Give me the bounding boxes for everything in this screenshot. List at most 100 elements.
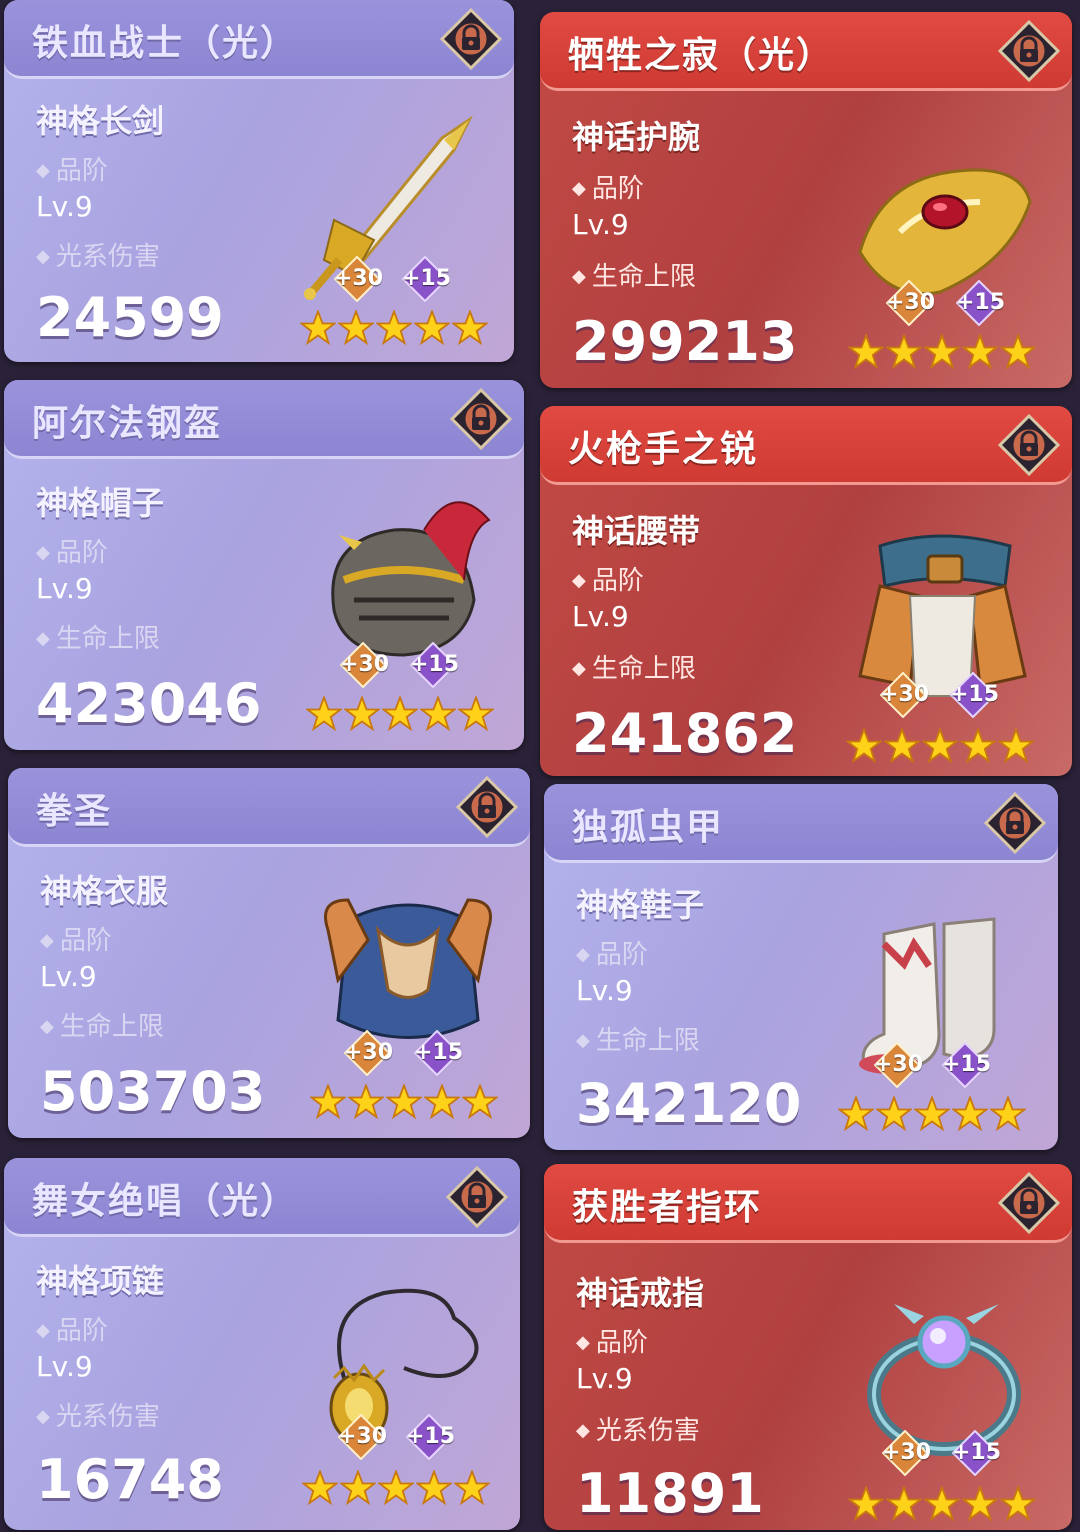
set-title: 铁血战士（光） bbox=[32, 23, 299, 64]
grade-label: 品阶 bbox=[55, 538, 108, 568]
stat-value: 342120 bbox=[576, 1072, 802, 1135]
set-title: 拳圣 bbox=[36, 791, 113, 832]
enhance-badge: +30 bbox=[334, 256, 383, 302]
equipment-card[interactable]: 拳圣 神格衣服 ◆ 品阶 Lv.9 ◆ 生命上限 503703 +30 +15 bbox=[8, 768, 530, 1138]
stat-row: ◆ 生命上限 bbox=[576, 1020, 700, 1057]
stat-row: ◆ 光系伤害 bbox=[36, 1396, 160, 1433]
star-icon bbox=[848, 1486, 884, 1522]
stat-value: 241862 bbox=[572, 702, 798, 765]
star-rating bbox=[838, 1096, 1026, 1134]
star-icon bbox=[414, 310, 450, 346]
level-text: Lv.9 bbox=[576, 974, 633, 1007]
diamond-icon: ◆ bbox=[40, 930, 54, 951]
equipment-card[interactable]: 获胜者指环 神话戒指 ◆ 品阶 Lv.9 ◆ 光系伤害 11891 +30 +15 bbox=[544, 1164, 1072, 1530]
enhance-badge: +30 bbox=[882, 1430, 931, 1476]
star-icon bbox=[302, 1470, 338, 1506]
star-icon bbox=[454, 1470, 490, 1506]
level-text: Lv.9 bbox=[572, 600, 629, 633]
star-icon bbox=[452, 310, 488, 346]
stat-row: ◆ 光系伤害 bbox=[36, 236, 160, 273]
grade-row: ◆ 品阶 bbox=[576, 1322, 648, 1359]
stat-label: 生命上限 bbox=[591, 262, 696, 292]
lock-icon[interactable] bbox=[998, 1172, 1060, 1234]
star-icon bbox=[300, 310, 336, 346]
grade-label: 品阶 bbox=[55, 156, 108, 186]
star-icon bbox=[348, 1084, 384, 1120]
lock-icon[interactable] bbox=[998, 414, 1060, 476]
diamond-icon: ◆ bbox=[572, 266, 586, 287]
lock-icon[interactable] bbox=[456, 776, 518, 838]
star-icon bbox=[924, 1486, 960, 1522]
diamond-icon: ◆ bbox=[572, 178, 586, 199]
level-text: Lv.9 bbox=[36, 1350, 93, 1383]
stat-value: 299213 bbox=[572, 310, 798, 373]
level-text: Lv.9 bbox=[572, 208, 629, 241]
star-rating bbox=[310, 1084, 498, 1122]
star-rating bbox=[846, 728, 1034, 766]
equipment-card[interactable]: 阿尔法钢盔 神格帽子 ◆ 品阶 Lv.9 ◆ 生命上限 423046 +30 +15 bbox=[4, 380, 524, 750]
star-icon bbox=[306, 696, 342, 732]
grade-row: ◆ 品阶 bbox=[572, 560, 644, 597]
equipment-card[interactable]: 牺牲之寂（光） 神话护腕 ◆ 品阶 Lv.9 ◆ 生命上限 299213 +30 +… bbox=[540, 12, 1072, 388]
star-icon bbox=[344, 696, 380, 732]
diamond-icon: ◆ bbox=[36, 628, 50, 649]
star-icon bbox=[420, 696, 456, 732]
stat-value: 24599 bbox=[36, 286, 224, 349]
star-icon bbox=[416, 1470, 452, 1506]
star-icon bbox=[382, 696, 418, 732]
grade-label: 品阶 bbox=[595, 940, 648, 970]
star-icon bbox=[1000, 1486, 1036, 1522]
item-name: 神格鞋子 bbox=[576, 886, 705, 924]
refine-badge: +15 bbox=[956, 280, 1005, 326]
grade-row: ◆ 品阶 bbox=[576, 934, 648, 971]
stat-value: 423046 bbox=[36, 672, 262, 735]
item-name: 神话腰带 bbox=[572, 512, 701, 550]
star-icon bbox=[378, 1470, 414, 1506]
lock-icon[interactable] bbox=[446, 1166, 508, 1228]
star-icon bbox=[924, 334, 960, 370]
lock-icon[interactable] bbox=[984, 792, 1046, 854]
stat-label: 生命上限 bbox=[595, 1026, 700, 1056]
stat-label: 光系伤害 bbox=[55, 1402, 160, 1432]
set-title: 舞女绝唱（光） bbox=[32, 1181, 299, 1222]
diamond-icon: ◆ bbox=[36, 1406, 50, 1427]
star-icon bbox=[952, 1096, 988, 1132]
refine-badge: +15 bbox=[402, 256, 451, 302]
stat-row: ◆ 生命上限 bbox=[572, 648, 696, 685]
star-rating bbox=[848, 1486, 1036, 1524]
equipment-card[interactable]: 火枪手之锐 神话腰带 ◆ 品阶 Lv.9 ◆ 生命上限 241862 +30 +15 bbox=[540, 406, 1072, 776]
level-text: Lv.9 bbox=[36, 572, 93, 605]
set-title: 获胜者指环 bbox=[572, 1187, 763, 1228]
refine-badge: +15 bbox=[950, 672, 999, 718]
lock-icon[interactable] bbox=[440, 8, 502, 70]
equipment-card[interactable]: 舞女绝唱（光） 神格项链 ◆ 品阶 Lv.9 ◆ 光系伤害 16748 +30 +1… bbox=[4, 1158, 520, 1530]
enhance-badge: +30 bbox=[886, 280, 935, 326]
refine-badge: +15 bbox=[952, 1430, 1001, 1476]
star-icon bbox=[846, 728, 882, 764]
refine-badge: +15 bbox=[406, 1414, 455, 1460]
star-icon bbox=[462, 1084, 498, 1120]
star-icon bbox=[338, 310, 374, 346]
grade-label: 品阶 bbox=[55, 1316, 108, 1346]
refine-badge: +15 bbox=[942, 1042, 991, 1088]
item-name: 神格长剑 bbox=[36, 102, 165, 140]
stat-row: ◆ 生命上限 bbox=[572, 256, 696, 293]
star-icon bbox=[838, 1096, 874, 1132]
stat-value: 503703 bbox=[40, 1060, 266, 1123]
star-icon bbox=[962, 334, 998, 370]
diamond-icon: ◆ bbox=[572, 570, 586, 591]
grade-label: 品阶 bbox=[59, 926, 112, 956]
lock-icon[interactable] bbox=[998, 20, 1060, 82]
star-icon bbox=[960, 728, 996, 764]
star-icon bbox=[922, 728, 958, 764]
grade-row: ◆ 品阶 bbox=[40, 920, 112, 957]
stat-label: 生命上限 bbox=[59, 1012, 164, 1042]
lock-icon[interactable] bbox=[450, 388, 512, 450]
item-name: 神话护腕 bbox=[572, 118, 701, 156]
equipment-card[interactable]: 铁血战士（光） 神格长剑 ◆ 品阶 Lv.9 ◆ 光系伤害 24599 +30 +1… bbox=[4, 0, 514, 362]
grade-label: 品阶 bbox=[595, 1328, 648, 1358]
equipment-card[interactable]: 独孤虫甲 神格鞋子 ◆ 品阶 Lv.9 ◆ 生命上限 342120 +30 +15 bbox=[544, 784, 1058, 1150]
diamond-icon: ◆ bbox=[36, 542, 50, 563]
set-title: 阿尔法钢盔 bbox=[32, 403, 223, 444]
diamond-icon: ◆ bbox=[36, 1320, 50, 1341]
